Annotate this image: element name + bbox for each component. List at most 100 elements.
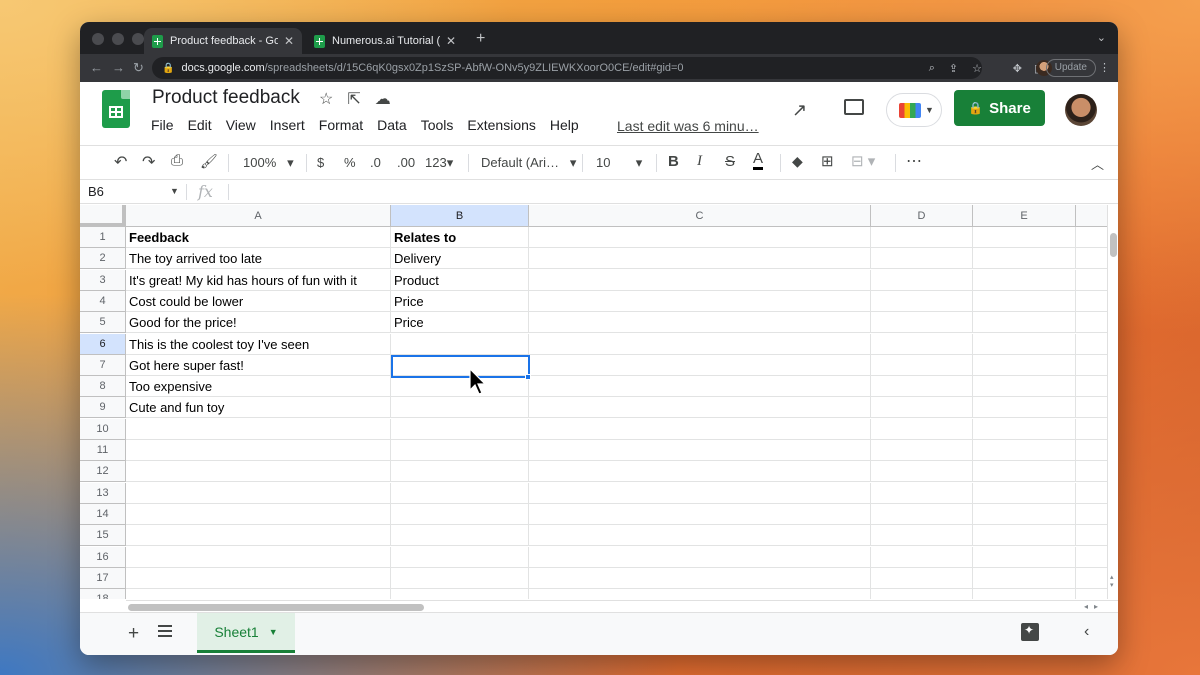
borders-icon[interactable]: ⊞ [821, 152, 834, 170]
cell-c[interactable] [529, 567, 871, 589]
column-header-a[interactable]: A [126, 205, 391, 227]
cell-e[interactable] [973, 589, 1076, 599]
cell-e[interactable] [973, 269, 1076, 291]
cell-e[interactable] [973, 376, 1076, 398]
column-header-d[interactable]: D [871, 205, 973, 227]
fill-color-icon[interactable]: ◆ [792, 153, 803, 170]
menu-insert[interactable]: Insert [270, 117, 305, 133]
cell-b[interactable] [391, 589, 529, 599]
paint-format-icon[interactable]: 🖌 [200, 153, 218, 170]
cell-c[interactable] [529, 269, 871, 291]
cell-d[interactable] [871, 227, 973, 248]
cell-f[interactable] [1076, 419, 1107, 440]
star-icon[interactable]: ☆ [319, 89, 333, 109]
row-header[interactable]: 2 [80, 248, 126, 270]
strikethrough-button[interactable]: S [725, 153, 735, 170]
cell-f[interactable] [1076, 483, 1107, 504]
sheet-tab-sheet1[interactable]: Sheet1 ▼ [197, 613, 295, 653]
cell-f[interactable] [1076, 291, 1107, 312]
cell-d[interactable] [871, 525, 973, 547]
menu-edit[interactable]: Edit [188, 117, 212, 133]
cell-b[interactable] [391, 418, 529, 440]
cloud-saved-icon[interactable]: ☁ [375, 89, 391, 109]
cell-e[interactable] [973, 397, 1076, 419]
cell-b[interactable] [391, 333, 529, 355]
row-header[interactable]: 4 [80, 290, 126, 312]
row-header[interactable]: 13 [80, 482, 126, 504]
cell-b[interactable] [391, 503, 529, 525]
menu-view[interactable]: View [226, 117, 256, 133]
cell-c[interactable] [529, 482, 871, 504]
row-header[interactable]: 9 [80, 397, 126, 419]
column-header-e[interactable]: E [973, 205, 1076, 227]
scroll-arrows-icon[interactable]: ◂▸ [1084, 602, 1104, 611]
cell-e[interactable] [973, 546, 1076, 568]
last-edit-link[interactable]: Last edit was 6 minu… [617, 118, 759, 134]
cell-d[interactable] [871, 546, 973, 568]
cell-e[interactable] [973, 354, 1076, 376]
cell-b[interactable] [391, 461, 529, 483]
cell-e[interactable] [973, 418, 1076, 440]
cell-d[interactable] [871, 440, 973, 461]
zoom-lens-icon[interactable]: ⌕ [929, 62, 935, 75]
text-color-button[interactable]: A [753, 151, 764, 170]
decrease-decimal-button[interactable]: .0 [370, 155, 381, 170]
close-tab-icon[interactable]: ✕ [284, 34, 294, 48]
cell-d[interactable] [871, 397, 973, 419]
redo-icon[interactable]: ↷ [142, 152, 155, 172]
cell-a[interactable] [126, 461, 391, 483]
vertical-scroll-thumb[interactable] [1110, 233, 1117, 257]
collapse-menus-icon[interactable]: ︿ [1091, 154, 1104, 173]
row-header[interactable]: 16 [80, 546, 126, 568]
cell-f[interactable] [1076, 397, 1107, 419]
cell-f[interactable] [1076, 440, 1107, 461]
cell-c[interactable] [529, 525, 871, 547]
cell-a[interactable] [126, 503, 391, 525]
cell-c[interactable] [529, 440, 871, 461]
row-header[interactable]: 14 [80, 503, 126, 525]
column-header-f[interactable] [1076, 205, 1107, 227]
all-sheets-icon[interactable] [158, 625, 172, 637]
cell-a[interactable]: Good for the price! [126, 312, 391, 334]
move-folder-icon[interactable]: ⇱ [347, 89, 360, 109]
cell-d[interactable] [871, 461, 973, 483]
cell-c[interactable] [529, 589, 871, 599]
cell-d[interactable] [871, 567, 973, 589]
side-panel-toggle-icon[interactable]: ‹ [1084, 623, 1089, 641]
cell-a[interactable]: Cute and fun toy [126, 397, 391, 419]
cell-e[interactable] [973, 503, 1076, 525]
cell-f[interactable] [1076, 461, 1107, 483]
url-bar[interactable]: 🔒 docs.google.com/spreadsheets/d/15C6qK0… [152, 57, 982, 79]
menu-extensions[interactable]: Extensions [467, 117, 535, 133]
cell-b[interactable] [391, 567, 529, 589]
cell-d[interactable] [871, 503, 973, 525]
spreadsheet-grid[interactable]: A B C D E 1 Feedback Relates to 2 The toy ar… [80, 205, 1107, 599]
cell-d[interactable] [871, 248, 973, 270]
document-title[interactable]: Product feedback [152, 87, 300, 109]
reload-icon[interactable]: ↻ [133, 60, 144, 76]
horizontal-scroll-thumb[interactable] [128, 604, 424, 611]
cell-d[interactable] [871, 290, 973, 312]
cell-a[interactable]: Feedback [126, 227, 391, 248]
cell-a[interactable]: The toy arrived too late [126, 248, 391, 270]
scroll-arrows-icon[interactable]: ▴ ▾ [1110, 573, 1114, 589]
cell-c[interactable] [529, 248, 871, 270]
add-sheet-button[interactable]: + [128, 623, 139, 645]
increase-decimal-button[interactable]: .00 [397, 155, 415, 170]
sheets-logo-icon[interactable] [102, 90, 130, 128]
row-header[interactable]: 12 [80, 461, 126, 483]
cell-e[interactable] [973, 312, 1076, 334]
cell-e[interactable] [973, 461, 1076, 483]
row-header[interactable]: 6 [80, 333, 126, 355]
cell-e[interactable] [973, 440, 1076, 461]
cell-e[interactable] [973, 227, 1076, 248]
percent-format-button[interactable]: % [344, 155, 356, 170]
browser-tab-numerous-tutorial[interactable]: Numerous.ai Tutorial (Internal) ✕ [306, 28, 464, 54]
row-header[interactable]: 15 [80, 525, 126, 547]
cell-c[interactable] [529, 376, 871, 398]
row-header[interactable]: 3 [80, 269, 126, 291]
meet-button[interactable]: ▼ [886, 93, 942, 127]
close-window-button[interactable] [92, 33, 104, 45]
row-header[interactable]: 8 [80, 376, 126, 398]
cell-b[interactable] [391, 440, 529, 461]
